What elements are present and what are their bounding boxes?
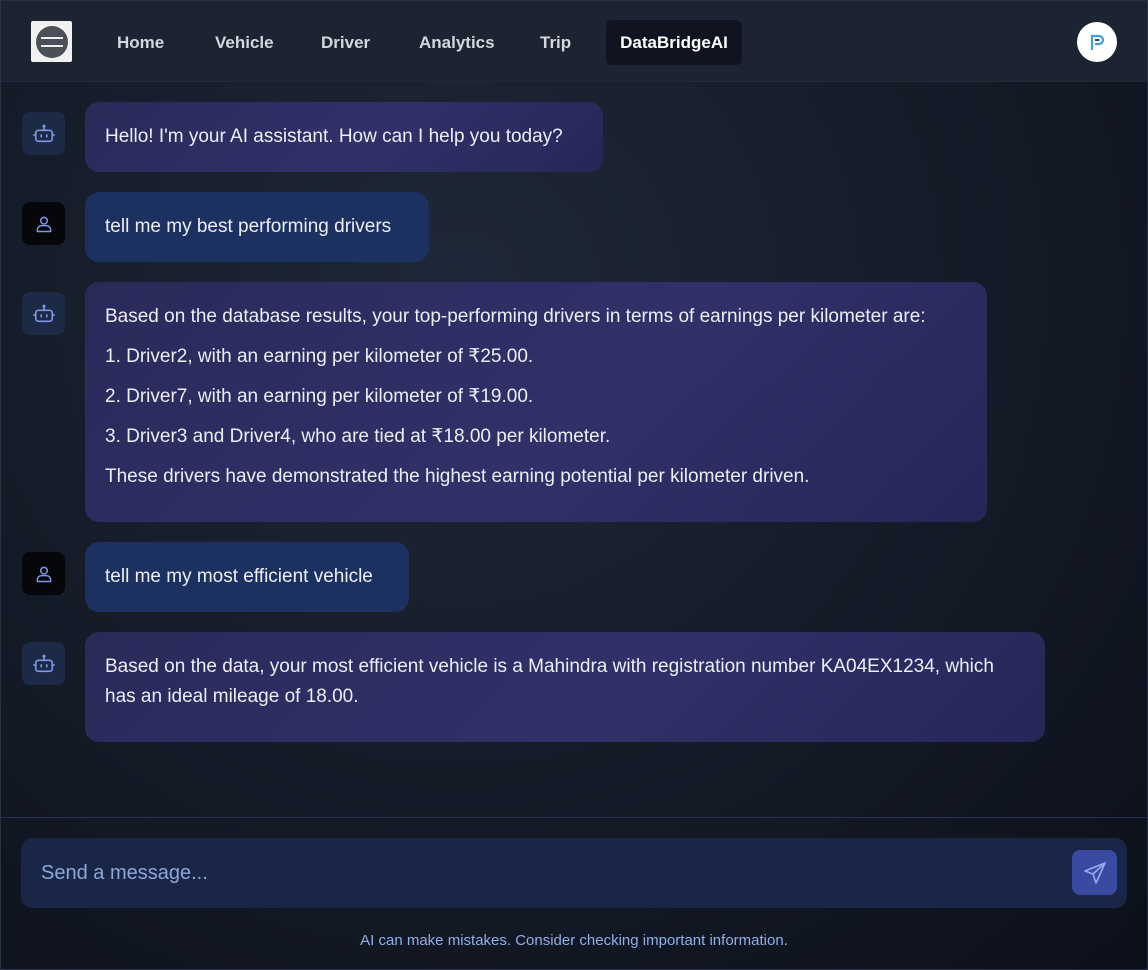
- disclaimer-text: AI can make mistakes. Consider checking …: [360, 932, 788, 949]
- nav-item-trip[interactable]: Trip: [525, 20, 586, 65]
- user-icon: [36, 566, 51, 582]
- bot-avatar: [22, 112, 65, 155]
- bot-avatar: [22, 292, 65, 335]
- message-list-item: 2. Driver7, with an earning per kilomete…: [105, 386, 534, 407]
- nav-item-databridgeai[interactable]: DataBridgeAI: [606, 20, 742, 65]
- message-list-item: 1. Driver2, with an earning per kilomete…: [105, 346, 534, 367]
- bot-message: Based on the database results, your top-…: [85, 282, 987, 522]
- user-message: tell me my best performing drivers: [85, 192, 429, 262]
- robot-icon: [32, 654, 55, 672]
- logo-mark-icon: [35, 25, 68, 58]
- message-input[interactable]: [21, 838, 1061, 908]
- bot-message: Based on the data, your most efficient v…: [85, 632, 1045, 742]
- nav-item-analytics[interactable]: Analytics: [404, 20, 510, 65]
- send-icon: [1083, 861, 1106, 884]
- message-list-item: 3. Driver3 and Driver4, who are tied at …: [105, 426, 611, 447]
- robot-icon: [32, 124, 55, 142]
- composer: AI can make mistakes. Consider checking …: [1, 817, 1147, 969]
- nav-item-home[interactable]: Home: [102, 20, 179, 65]
- message-text: Based on the data, your most efficient v…: [105, 656, 994, 707]
- bot-message: Hello! I'm your AI assistant. How can I …: [85, 102, 603, 172]
- message-text: tell me my best performing drivers: [105, 216, 392, 237]
- send-button[interactable]: [1072, 850, 1117, 895]
- nav-item-vehicle[interactable]: Vehicle: [200, 20, 289, 65]
- user-icon: [36, 216, 51, 232]
- app-logo[interactable]: [31, 21, 72, 62]
- user-avatar: [22, 552, 65, 595]
- profile-button[interactable]: [1077, 22, 1117, 62]
- nav-item-driver[interactable]: Driver: [306, 20, 385, 65]
- top-navbar: Home Vehicle Driver Analytics Trip DataB…: [1, 1, 1147, 82]
- user-avatar: [22, 202, 65, 245]
- bot-avatar: [22, 642, 65, 685]
- message-input-box: [21, 838, 1127, 908]
- message-text: tell me my most efficient vehicle: [105, 566, 373, 587]
- message-text: Hello! I'm your AI assistant. How can I …: [105, 126, 563, 147]
- robot-icon: [32, 304, 55, 322]
- profile-logo-icon: [1090, 34, 1105, 50]
- message-text: Based on the database results, your top-…: [105, 306, 926, 327]
- user-message: tell me my most efficient vehicle: [85, 542, 409, 612]
- message-text: These drivers have demonstrated the high…: [105, 466, 810, 487]
